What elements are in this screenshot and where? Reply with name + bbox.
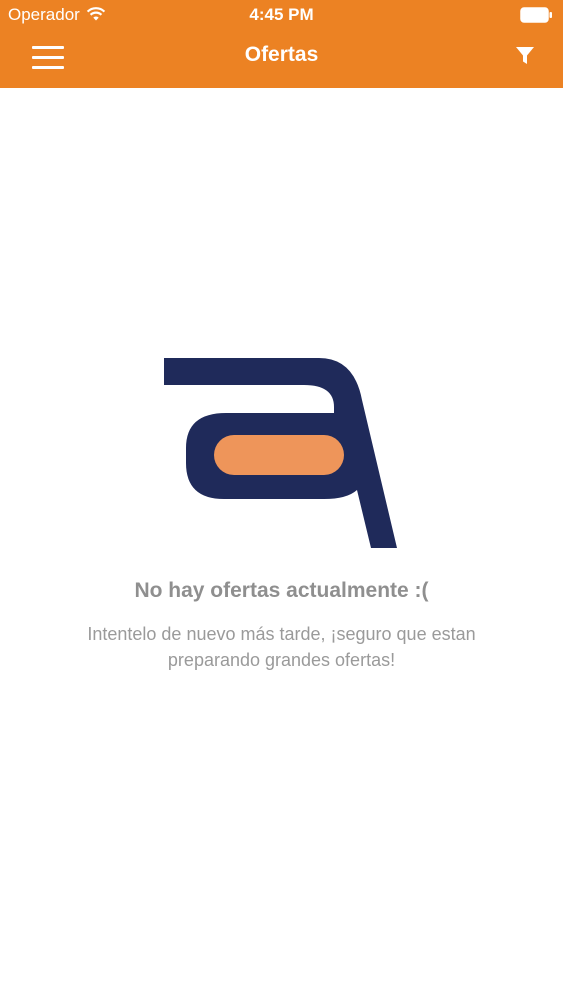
- filter-button[interactable]: [513, 44, 537, 68]
- screen: Operador 4:45 PM Ofertas No hay ofertas …: [0, 0, 563, 1000]
- empty-state-title: No hay ofertas actualmente :(: [134, 579, 429, 602]
- status-time: 4:45 PM: [249, 5, 314, 24]
- battery-icon: [520, 7, 552, 23]
- status-bar: Operador 4:45 PM: [0, 0, 563, 30]
- app-logo: [164, 358, 397, 548]
- empty-state-message: Intentelo de nuevo más tarde, ¡seguro qu…: [87, 624, 476, 670]
- filter-funnel-icon: [516, 47, 534, 64]
- header: Operador 4:45 PM Ofertas: [0, 0, 563, 88]
- nav-bar: Ofertas: [0, 30, 563, 88]
- page-title: Ofertas: [244, 43, 319, 66]
